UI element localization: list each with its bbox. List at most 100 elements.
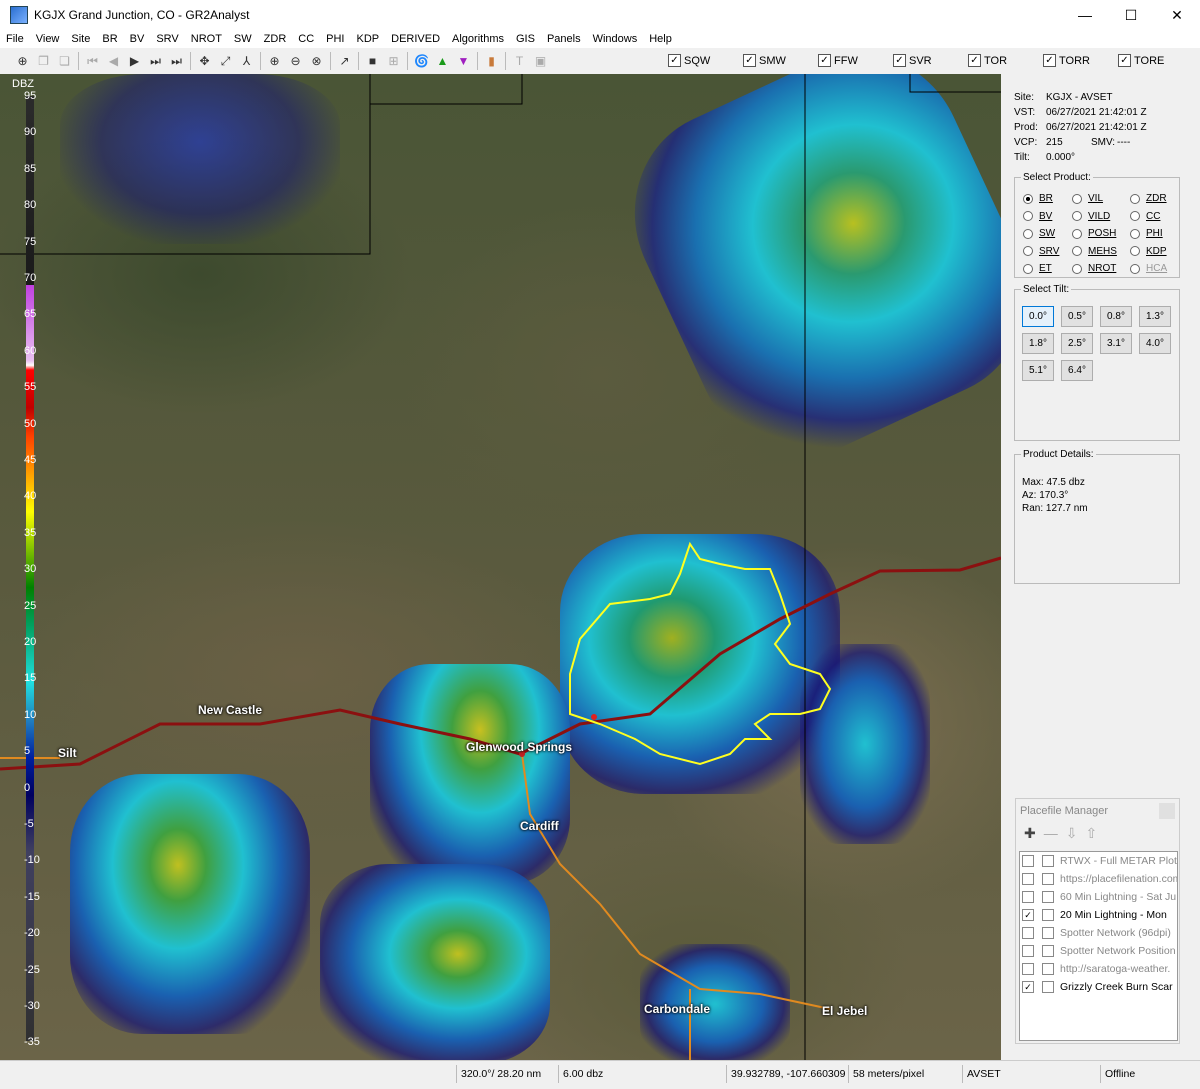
step-forward-icon[interactable]: ⏭ [146, 52, 165, 71]
product-radio-mehs[interactable]: MEHS [1072, 246, 1117, 257]
product-radio-bv[interactable]: BV [1023, 211, 1052, 222]
menu-derived[interactable]: DERIVED [385, 33, 446, 45]
placefile-close-button[interactable] [1159, 803, 1175, 819]
placefile-secondary-checkbox[interactable] [1042, 981, 1054, 993]
product-radio-vild[interactable]: VILD [1072, 211, 1110, 222]
placefile-row[interactable]: RTWX - Full METAR Plot [1020, 852, 1177, 870]
menu-zdr[interactable]: ZDR [258, 33, 293, 45]
menu-phi[interactable]: PHI [320, 33, 350, 45]
step-back-icon[interactable]: ◀ [104, 52, 123, 71]
play-icon[interactable]: ▶ [125, 52, 144, 71]
menu-panels[interactable]: Panels [541, 33, 587, 45]
triangle-up-icon[interactable]: ▲ [433, 52, 452, 71]
placefile-enable-checkbox[interactable] [1022, 945, 1034, 957]
triangle-down-icon[interactable]: ▼ [454, 52, 473, 71]
stop-icon[interactable]: ■ [363, 52, 382, 71]
radio-indicator[interactable] [1072, 246, 1082, 256]
radio-indicator[interactable] [1072, 193, 1082, 204]
zoom-in-icon[interactable]: ⊕ [265, 52, 284, 71]
menu-kdp[interactable]: KDP [351, 33, 386, 45]
layers-icon[interactable]: ❏ [55, 52, 74, 71]
notes-icon[interactable]: ▮ [482, 52, 501, 71]
menu-algorithms[interactable]: Algorithms [446, 33, 510, 45]
product-radio-phi[interactable]: PHI [1130, 228, 1163, 239]
placefile-row[interactable]: Spotter Network Position [1020, 942, 1177, 960]
product-radio-nrot[interactable]: NROT [1072, 263, 1116, 274]
placefile-secondary-checkbox[interactable] [1042, 945, 1054, 957]
placefile-secondary-checkbox[interactable] [1042, 855, 1054, 867]
placefile-row[interactable]: ✓ Grizzly Creek Burn Scar [1020, 978, 1177, 996]
product-radio-vil[interactable]: VIL [1072, 193, 1103, 204]
grid-icon[interactable]: ⊞ [384, 52, 403, 71]
radio-indicator[interactable] [1023, 193, 1033, 204]
zoom-reset-icon[interactable]: ⊗ [307, 52, 326, 71]
radio-indicator[interactable] [1072, 228, 1082, 239]
warn-tore[interactable]: ✓ TORE [1118, 54, 1178, 67]
radio-indicator[interactable] [1130, 228, 1140, 239]
placefile-enable-checkbox[interactable] [1022, 855, 1034, 867]
placefile-enable-checkbox[interactable] [1022, 891, 1034, 903]
radar-map[interactable]: Silt New Castle Glenwood Springs Cardiff… [0, 74, 1001, 1060]
menu-site[interactable]: Site [65, 33, 96, 45]
menu-view[interactable]: View [30, 33, 66, 45]
tilt-button[interactable]: 0.5° [1061, 306, 1093, 327]
placefile-secondary-checkbox[interactable] [1042, 891, 1054, 903]
radio-indicator[interactable] [1023, 263, 1033, 274]
warn-ffw[interactable]: ✓ FFW [818, 54, 893, 67]
tilt-button[interactable]: 0.8° [1100, 306, 1132, 327]
product-radio-br[interactable]: BR [1023, 193, 1053, 204]
frame-icon[interactable]: ▣ [531, 52, 550, 71]
radio-indicator[interactable] [1023, 211, 1033, 221]
product-radio-srv[interactable]: SRV [1023, 246, 1059, 257]
product-radio-et[interactable]: ET [1023, 263, 1052, 274]
pan-icon[interactable]: ✥ [195, 52, 214, 71]
placefile-enable-checkbox[interactable] [1022, 927, 1034, 939]
text-icon[interactable]: T [510, 52, 529, 71]
placefile-row[interactable]: ✓ 20 Min Lightning - Mon [1020, 906, 1177, 924]
placefile-secondary-checkbox[interactable] [1042, 927, 1054, 939]
hurricane-icon[interactable]: 🌀 [412, 52, 431, 71]
first-frame-icon[interactable]: ⏮ [83, 52, 102, 71]
tilt-button[interactable]: 4.0° [1139, 333, 1171, 354]
tilt-button[interactable]: 1.3° [1139, 306, 1171, 327]
menu-bv[interactable]: BV [124, 33, 151, 45]
product-radio-posh[interactable]: POSH [1072, 228, 1116, 239]
product-radio-kdp[interactable]: KDP [1130, 246, 1167, 257]
radio-indicator[interactable] [1130, 193, 1140, 204]
warn-smw[interactable]: ✓ SMW [743, 54, 818, 67]
menu-gis[interactable]: GIS [510, 33, 541, 45]
radio-indicator[interactable] [1072, 263, 1082, 274]
placefile-row[interactable]: https://placefilenation.com [1020, 870, 1177, 888]
placefile-secondary-checkbox[interactable] [1042, 873, 1054, 885]
radio-indicator[interactable] [1130, 263, 1140, 274]
tilt-button[interactable]: 1.8° [1022, 333, 1054, 354]
placefile-row[interactable]: 60 Min Lightning - Sat Ju [1020, 888, 1177, 906]
warn-torr[interactable]: ✓ TORR [1043, 54, 1118, 67]
placefile-row[interactable]: Spotter Network (96dpi) [1020, 924, 1177, 942]
radio-indicator[interactable] [1130, 246, 1140, 256]
minimize-button[interactable]: — [1062, 0, 1108, 30]
product-radio-hca[interactable]: HCA [1130, 263, 1167, 274]
close-button[interactable]: ✕ [1154, 0, 1200, 30]
menu-srv[interactable]: SRV [150, 33, 184, 45]
tilt-button[interactable]: 2.5° [1061, 333, 1093, 354]
zoom-out-icon[interactable]: ⊖ [286, 52, 305, 71]
warn-svr[interactable]: ✓ SVR [893, 54, 968, 67]
placefile-enable-checkbox[interactable]: ✓ [1022, 981, 1034, 993]
placefile-secondary-checkbox[interactable] [1042, 909, 1054, 921]
tilt-button[interactable]: 0.0° [1022, 306, 1054, 327]
globe-icon[interactable]: ⊕ [13, 52, 32, 71]
placefile-secondary-checkbox[interactable] [1042, 963, 1054, 975]
placefile-row[interactable]: http://saratoga-weather. [1020, 960, 1177, 978]
last-frame-icon[interactable]: ⏭ [167, 52, 186, 71]
cross-section-icon[interactable]: ⅄ [237, 52, 256, 71]
menu-windows[interactable]: Windows [587, 33, 644, 45]
copy-icon[interactable]: ❐ [34, 52, 53, 71]
placefile-enable-checkbox[interactable]: ✓ [1022, 909, 1034, 921]
radio-indicator[interactable] [1023, 246, 1033, 256]
placefile-enable-checkbox[interactable] [1022, 873, 1034, 885]
placefile-enable-checkbox[interactable] [1022, 963, 1034, 975]
radio-indicator[interactable] [1130, 211, 1140, 221]
menu-sw[interactable]: SW [228, 33, 258, 45]
radio-indicator[interactable] [1023, 228, 1033, 239]
